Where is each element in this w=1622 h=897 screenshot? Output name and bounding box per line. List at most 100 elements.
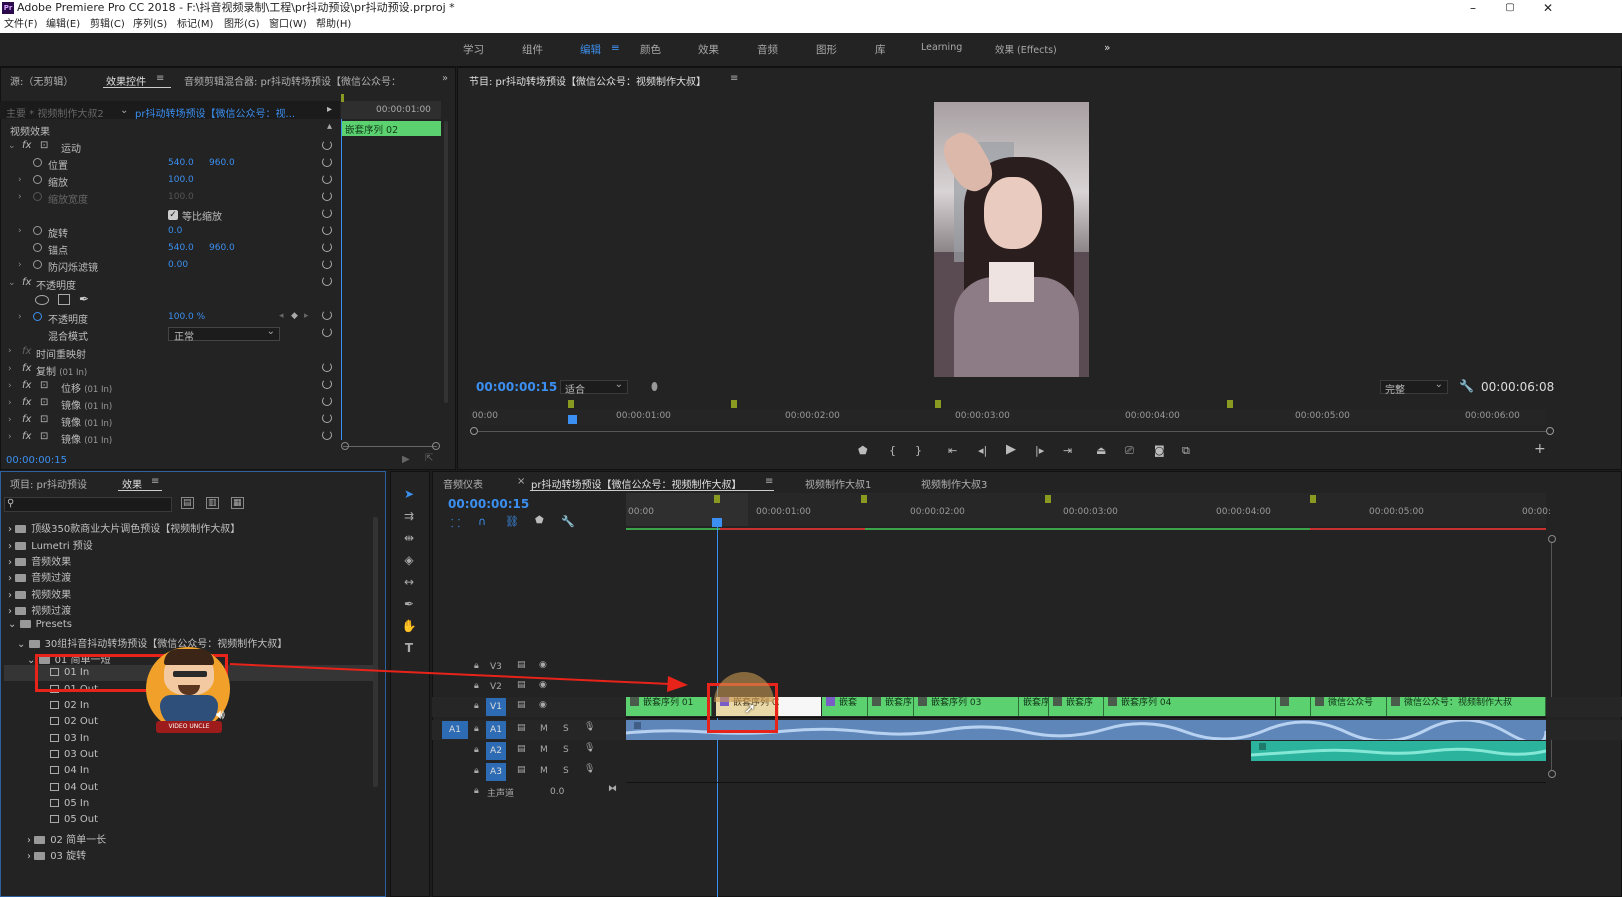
slip-tool-icon[interactable]: ↔ [400,573,418,591]
anchor-y-value[interactable]: 960.0 [209,243,235,253]
next-keyframe-icon[interactable]: ▸ [304,311,309,321]
position-y-value[interactable]: 960.0 [209,158,235,168]
tab-sequence-3[interactable]: 视频制作大叔3 [921,476,987,491]
settings-shield-icon[interactable]: ⬮ [651,380,658,394]
zoom-handle-icon[interactable] [1546,427,1554,435]
add-marker-icon[interactable]: ⬟ [535,515,544,526]
clip-nested[interactable]: 嵌套序 [1049,697,1104,716]
close-tab-icon[interactable]: × [517,476,525,487]
opacity-expand-icon[interactable]: ⌄ [8,278,16,288]
lock-icon[interactable]: 🔒︎ [474,701,479,711]
fx-badge-icon[interactable]: fx [22,431,31,442]
time-remap-expand-icon[interactable]: › [8,346,12,356]
fx-badge-icon[interactable]: fx [22,140,31,151]
reset-icon[interactable] [322,157,332,167]
rectangle-mask-icon[interactable] [58,294,70,305]
go-to-in-icon[interactable]: ⇤ [948,444,957,457]
program-playhead[interactable] [568,415,577,424]
tree-folder-item[interactable]: › 顶级350款商业大片调色预设【视频制作大叔】 [8,520,240,535]
ec-scrollbar[interactable] [444,121,448,403]
source-patch-a1[interactable]: A1 [442,721,468,739]
tree-folder-item[interactable]: › 音频过渡 [8,569,71,584]
prev-keyframe-icon[interactable]: ◂ [279,311,284,321]
reset-icon[interactable] [322,379,332,389]
workspace-menu-icon[interactable]: ≡ [611,42,620,54]
mirror-expand-icon[interactable]: › [8,432,12,442]
fx-badge-icon[interactable]: fx [22,363,31,374]
clip-wechat-full[interactable]: 微信公众号：视频制作大叔 [1387,697,1546,716]
play-triangle-icon[interactable]: ▸ [327,104,332,115]
mark-in-icon[interactable]: { [889,444,896,457]
ec-sequence-clip[interactable]: pr抖动转场预设【微信公众号：视... [135,105,295,120]
timeline-timecode[interactable]: 00:00:00:15 [448,497,529,511]
copy-expand-icon[interactable]: › [8,364,12,374]
solo-button[interactable]: S [563,766,569,776]
collapse-up-icon[interactable]: ▴ [327,121,332,132]
lock-icon[interactable]: 🔒︎ [474,766,479,776]
stopwatch-icon[interactable] [33,175,42,184]
sync-lock-icon[interactable]: ▤ [517,744,526,754]
opacity-value[interactable]: 100.0 % [168,312,205,322]
anchor-x-value[interactable]: 540.0 [168,243,194,253]
flicker-value[interactable]: 0.00 [168,260,188,270]
microphone-icon[interactable]: 🎙︎ [584,722,595,732]
solo-button[interactable]: S [563,724,569,734]
ellipse-mask-icon[interactable] [35,295,49,305]
stopwatch-icon[interactable] [33,243,42,252]
clip-nested[interactable]: 嵌套序列 [1019,697,1049,716]
go-to-out-icon[interactable]: ⇥ [1063,444,1072,457]
tab-sequence[interactable]: pr抖动转场预设【微信公众号：视频制作大叔】 [531,476,741,491]
pen-tool-icon[interactable]: ✒ [400,595,418,613]
add-marker-icon[interactable]: ⬟ [858,444,868,457]
lift-icon[interactable]: ⏏ [1096,444,1106,457]
track-target-v1[interactable]: V1 [486,698,506,716]
maximize-button[interactable]: ▢ [1492,0,1528,16]
position-x-value[interactable]: 540.0 [168,158,194,168]
ec-timecode[interactable]: 00:00:00:15 [6,455,67,466]
scale-width-expand-icon[interactable]: › [18,192,22,202]
minimize-button[interactable]: – [1455,0,1491,16]
scroll-handle-icon[interactable] [1548,535,1556,543]
menu-graphics[interactable]: 图形(G) [224,16,260,33]
mute-button[interactable]: M [540,766,548,776]
reset-icon[interactable] [322,310,332,320]
linked-selection-icon[interactable]: ⛓ [505,515,519,528]
ec-zoom-scrollbar[interactable] [343,446,437,447]
track-target-a3[interactable]: A3 [486,763,506,781]
extract-icon[interactable]: ⎚ [1125,444,1134,458]
master-volume-value[interactable]: 0.0 [550,787,564,797]
reset-icon[interactable] [322,396,332,406]
wrench-icon[interactable]: 🔧 [561,515,575,528]
zoom-handle-icon[interactable] [470,427,478,435]
scale-value[interactable]: 100.0 [168,175,194,185]
reset-icon[interactable] [322,191,332,201]
workspace-libraries[interactable]: 库 [875,42,886,57]
mute-button[interactable]: M [540,745,548,755]
effects-scrollbar[interactable] [373,517,378,787]
add-button-icon[interactable]: + [1534,441,1546,457]
step-back-icon[interactable]: ◂| [978,444,987,457]
workspace-graphics[interactable]: 图形 [816,42,837,57]
program-timecode[interactable]: 00:00:00:15 [476,380,557,394]
sync-lock-icon[interactable]: ▤ [517,765,526,775]
hand-tool-icon[interactable]: ✋ [400,617,418,635]
menu-clip[interactable]: 剪辑(C) [90,16,125,33]
reset-icon[interactable] [322,276,332,286]
menu-file[interactable]: 文件(F) [4,16,38,33]
clip-nested[interactable]: 嵌套序 [868,697,914,716]
fit-select[interactable]: 适合 ⌄ [560,379,628,396]
workspace-effects[interactable]: 效果 [698,42,719,57]
opacity-value-expand-icon[interactable]: › [18,312,22,322]
microphone-icon[interactable]: 🎙︎ [584,764,595,774]
tree-folder-item[interactable]: › Lumetri 预设 [8,537,93,552]
close-button[interactable]: ✕ [1530,0,1566,16]
workspace-audio[interactable]: 音频 [757,42,778,57]
lock-icon[interactable]: 🔒︎ [474,745,479,755]
comparison-view-icon[interactable]: ⧉ [1182,444,1190,458]
motion-expand-icon[interactable]: ⌄ [8,141,16,151]
add-keyframe-icon[interactable]: ◆ [291,311,298,321]
workspace-learning[interactable]: Learning [921,42,962,53]
32bit-effects-icon[interactable]: ▥ [206,497,219,509]
panel-menu-icon[interactable]: ≡ [765,476,773,487]
preset-item[interactable]: 05 Out [50,814,98,825]
